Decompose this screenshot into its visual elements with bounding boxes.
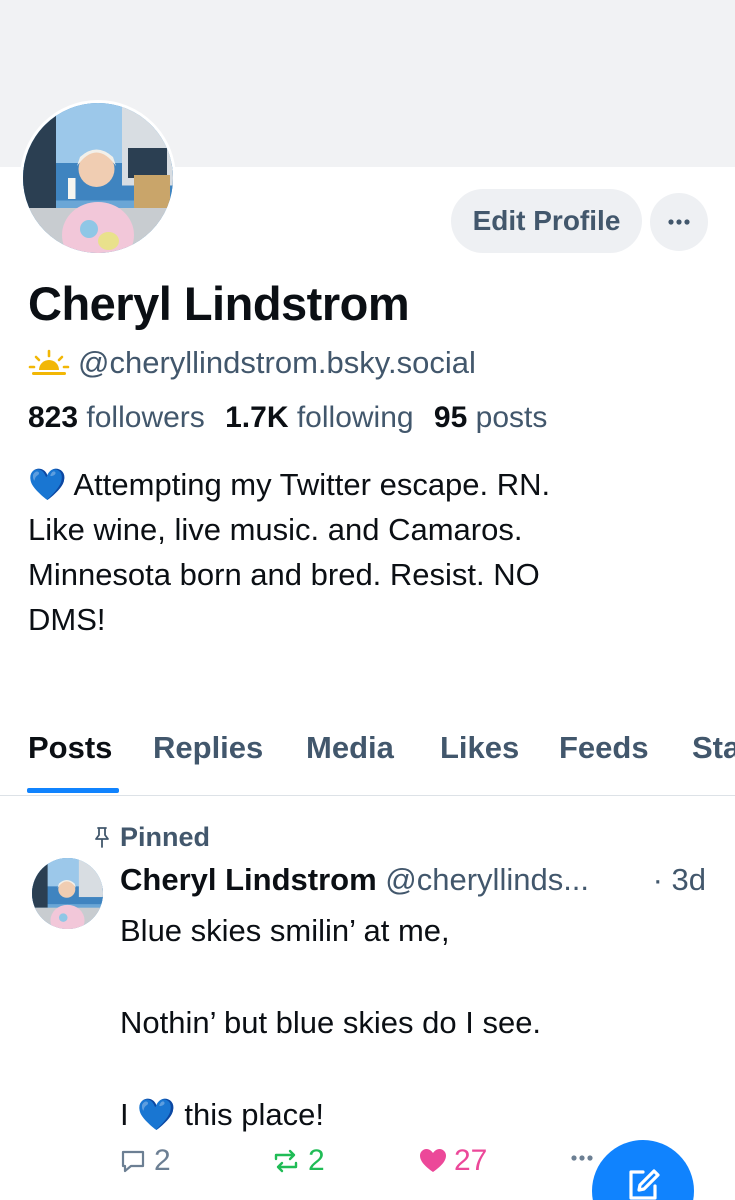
handle-row: @cheryllindstrom.bsky.social [28, 343, 476, 383]
followers-stat[interactable]: 823 followers [28, 401, 205, 434]
heart-icon [420, 1149, 446, 1172]
tab-posts[interactable]: Posts [28, 730, 112, 766]
sunrise-icon [28, 349, 70, 375]
tab-feeds[interactable]: Feeds [559, 730, 649, 766]
following-stat[interactable]: 1.7K following [225, 401, 413, 434]
edit-profile-button[interactable]: Edit Profile [451, 189, 642, 253]
profile-bio: 💙 Attempting my Twitter escape. RN. Like… [28, 467, 551, 637]
tab-likes[interactable]: Likes [440, 730, 519, 766]
profile-stats: 823 followers 1.7K following 95 posts [28, 401, 547, 435]
tab-replies[interactable]: Replies [153, 730, 263, 766]
active-tab-indicator [27, 788, 119, 793]
profile-name: Cheryl Lindstrom [28, 277, 410, 330]
post-header: Cheryl Lindstrom @cheryllinds... · 3d [120, 862, 720, 898]
repost-button[interactable]: 2 [270, 1144, 325, 1178]
pinned-label: Pinned [92, 820, 210, 854]
post-author-avatar[interactable] [32, 858, 103, 929]
reply-button[interactable]: 2 [118, 1144, 171, 1178]
pin-icon [95, 827, 109, 848]
post-more-button[interactable] [570, 1154, 600, 1162]
compose-icon [629, 1169, 660, 1200]
posts-stat: 95 posts [433, 401, 548, 434]
like-button[interactable]: 27 [418, 1144, 487, 1178]
post-author-handle[interactable]: @cheryllinds... [385, 862, 589, 897]
tab-media[interactable]: Media [306, 730, 394, 766]
comment-icon [121, 1150, 145, 1173]
post-author-name[interactable]: Cheryl Lindstrom [120, 862, 377, 897]
ellipsis-icon [571, 1155, 593, 1161]
post-text: Blue skies smilin’ at me, Nothin’ but bl… [120, 913, 542, 1132]
repost-icon [274, 1149, 298, 1173]
profile-tabs: Posts Replies Media Likes Feeds Sta [0, 718, 735, 796]
more-options-button[interactable] [650, 193, 708, 251]
profile-handle[interactable]: @cheryllindstrom.bsky.social [78, 345, 476, 381]
tab-starter-packs[interactable]: Sta [692, 730, 735, 766]
avatar-photo [32, 858, 103, 929]
avatar-photo [23, 103, 173, 253]
ellipsis-icon [668, 219, 690, 225]
post-timestamp[interactable]: · 3d [653, 862, 706, 898]
profile-avatar[interactable] [20, 100, 176, 256]
